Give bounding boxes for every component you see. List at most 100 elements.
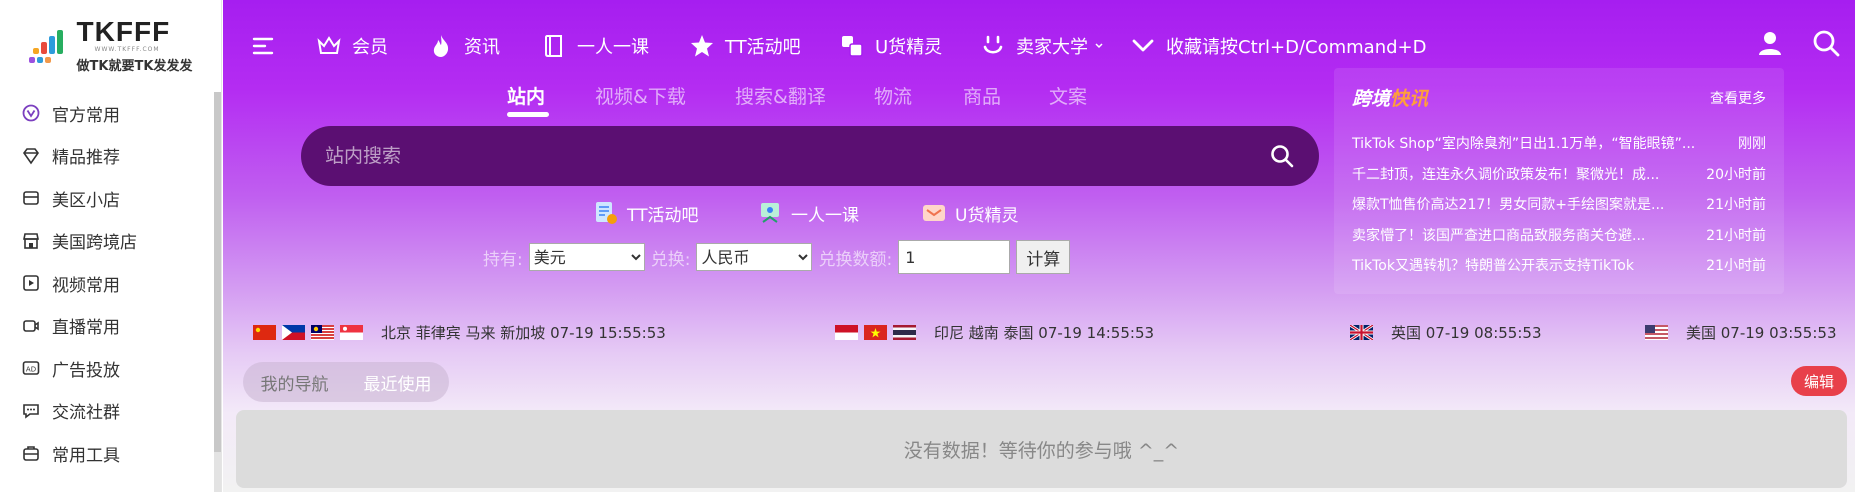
edit-button[interactable]: 编辑 [1791, 366, 1847, 396]
clock-label: 美国 07-19 03:55:53 [1686, 324, 1837, 342]
nav-item-label: U货精灵 [875, 37, 943, 58]
sidebar-item-us-store[interactable]: 美区小店 [0, 177, 221, 220]
sidebar-item-label: 常用工具 [52, 445, 120, 466]
news-more-link[interactable]: 查看更多 [1710, 88, 1766, 108]
scrollbar-thumb[interactable] [214, 92, 221, 452]
amount-input[interactable] [898, 240, 1011, 274]
search-bar [301, 126, 1319, 186]
tab-recently-used[interactable]: 最近使用 [346, 370, 449, 395]
search-toggle-button[interactable] [1811, 28, 1841, 58]
sidebar-item-label: 直播常用 [52, 318, 120, 339]
active-tab-indicator [507, 112, 549, 117]
quick-link-tt-activity[interactable]: TT活动吧 [593, 200, 698, 226]
svg-text:AD: AD [26, 366, 36, 374]
search-tab-logistics[interactable]: 物流 [874, 82, 912, 109]
chevron-down-icon [1095, 43, 1103, 49]
nav-item-label: TT活动吧 [725, 37, 801, 58]
sidebar-item-video[interactable]: 视频常用 [0, 262, 221, 305]
sidebar-item-official[interactable]: 官方常用 [0, 92, 221, 135]
store-icon [22, 189, 40, 207]
search-tab-video[interactable]: 视频&下载 [595, 82, 686, 109]
flame-icon [433, 35, 449, 57]
sidebar-list: 官方常用 精品推荐 美区小店 美国跨境店 视频常用 直播常用 AD 广告投放 交 [0, 92, 221, 475]
menu-icon [252, 37, 274, 55]
clock-label: 印尼 越南 泰国 07-19 14:55:53 [934, 324, 1155, 342]
user-icon [1759, 32, 1781, 55]
sidebar-item-ads[interactable]: AD 广告投放 [0, 347, 221, 390]
quick-link-u-goods[interactable]: U货精灵 [921, 200, 1018, 226]
course-icon [761, 203, 779, 223]
logo[interactable]: TKFFF WWW.TKFFF.COM 做TK就要TK发发发 [0, 0, 221, 92]
nav-item-bookmark[interactable]: 收藏请按Ctrl+D/Command+D [1130, 30, 1427, 62]
sidebar-item-live[interactable]: 直播常用 [0, 305, 221, 348]
thailand-flag-icon [893, 325, 916, 340]
china-flag-icon [253, 325, 276, 340]
sidebar-item-label: 精品推荐 [52, 148, 120, 169]
clock-label: 北京 菲律宾 马来 新加坡 07-19 15:55:53 [381, 324, 666, 342]
nav-item-course[interactable]: 一人一课 [541, 30, 649, 62]
singapore-flag-icon [340, 325, 363, 340]
navigation-tabs: 我的导航 最近使用 [243, 362, 449, 402]
star-icon [691, 35, 713, 57]
search-tab-products[interactable]: 商品 [963, 82, 1001, 109]
tab-my-navigation[interactable]: 我的导航 [243, 370, 346, 395]
user-button[interactable] [1755, 28, 1785, 58]
quick-link-label: TT活动吧 [627, 205, 699, 226]
sidebar-item-community[interactable]: 交流社群 [0, 390, 221, 433]
hold-currency-select[interactable]: 美元 [528, 243, 645, 271]
news-item[interactable]: 爆款T恤售价高达217！男女同款+手绘图案就是... 21小时前 [1352, 189, 1766, 220]
brand-url: WWW.TKFFF.COM [94, 46, 160, 53]
brand-name: TKFFF [76, 16, 171, 47]
sidebar-item-us-crossborder[interactable]: 美国跨境店 [0, 220, 221, 263]
nav-item-label: 一人一课 [577, 37, 649, 58]
sidebar: TKFFF WWW.TKFFF.COM 做TK就要TK发发发 官方常用 精品推荐… [0, 0, 222, 492]
sidebar-item-tools[interactable]: 常用工具 [0, 432, 221, 475]
news-item[interactable]: 卖家懵了！该国严查进口商品致服务商关仓避... 21小时前 [1352, 220, 1766, 251]
official-icon [22, 104, 40, 122]
search-icon [1813, 30, 1840, 57]
diamond-icon [22, 147, 40, 165]
sidebar-item-label: 交流社群 [52, 403, 120, 424]
quick-link-course[interactable]: 一人一课 [757, 200, 859, 226]
news-panel: 跨境快讯 查看更多 TikTok Shop“室内除臭剂”日出1.1万单，“智能眼… [1334, 68, 1784, 294]
nav-item-tt-activity[interactable]: TT活动吧 [689, 30, 801, 62]
toolbox-icon [22, 444, 40, 462]
quick-link-label: U货精灵 [955, 205, 1019, 226]
sidebar-item-label: 官方常用 [52, 105, 120, 126]
clock-uk: 英国 07-19 08:55:53 [1350, 322, 1542, 343]
nav-item-label: 卖家大学 [1016, 37, 1088, 58]
search-tab-translate[interactable]: 搜索&翻译 [735, 82, 826, 109]
search-button[interactable] [1257, 131, 1307, 181]
news-item[interactable]: 千二封顶，连连永久调价政策发布！聚微光！成... 20小时前 [1352, 159, 1766, 190]
tt-activity-icon [596, 202, 617, 224]
boxes-icon [842, 36, 863, 57]
empty-state: 没有数据！等待你的参与哦 ^_^ [236, 410, 1847, 488]
nav-item-u-goods[interactable]: U货精灵 [839, 30, 942, 62]
logo-mark-icon [28, 26, 71, 66]
news-item[interactable]: TikTok Shop“室内除臭剂”日出1.1万单，“智能眼镜”... 刚刚 [1352, 128, 1766, 159]
nav-item-seller-university[interactable]: 卖家大学 [980, 30, 1104, 62]
search-tab-site[interactable]: 站内 [507, 82, 545, 109]
ad-icon: AD [22, 359, 40, 377]
clock-southeast-asia: 印尼 越南 泰国 07-19 14:55:53 [835, 322, 1154, 343]
calculate-button[interactable]: 计算 [1016, 240, 1071, 274]
main-area: 会员 资讯 一人一课 TT活动吧 U货精灵 卖家大学 收藏请按Ctrl+D/Co… [223, 0, 1855, 492]
search-tab-copywriting[interactable]: 文案 [1049, 82, 1087, 109]
vietnam-flag-icon [864, 325, 887, 340]
currency-converter: 持有: 美元 兑换: 人民币 兑换数额: 计算 [483, 240, 1071, 274]
sidebar-scrollbar[interactable] [214, 92, 221, 492]
news-list: TikTok Shop“室内除臭剂”日出1.1万单，“智能眼镜”... 刚刚 千二… [1352, 128, 1766, 281]
news-item[interactable]: TikTok又遇转机？特朗普公开表示支持TikTok 21小时前 [1352, 250, 1766, 281]
nav-item-news[interactable]: 资讯 [428, 30, 500, 62]
exchange-label: 兑换: [650, 249, 691, 270]
sidebar-item-recommend[interactable]: 精品推荐 [0, 135, 221, 178]
search-input[interactable] [301, 126, 1257, 186]
uk-flag-icon [1350, 325, 1373, 340]
shop-icon [22, 232, 40, 250]
malaysia-flag-icon [311, 325, 334, 340]
exchange-currency-select[interactable]: 人民币 [696, 243, 813, 271]
u-goods-icon [923, 205, 945, 221]
menu-toggle-button[interactable] [251, 30, 277, 62]
nav-item-label: 会员 [352, 37, 388, 58]
nav-item-vip[interactable]: 会员 [316, 30, 388, 62]
